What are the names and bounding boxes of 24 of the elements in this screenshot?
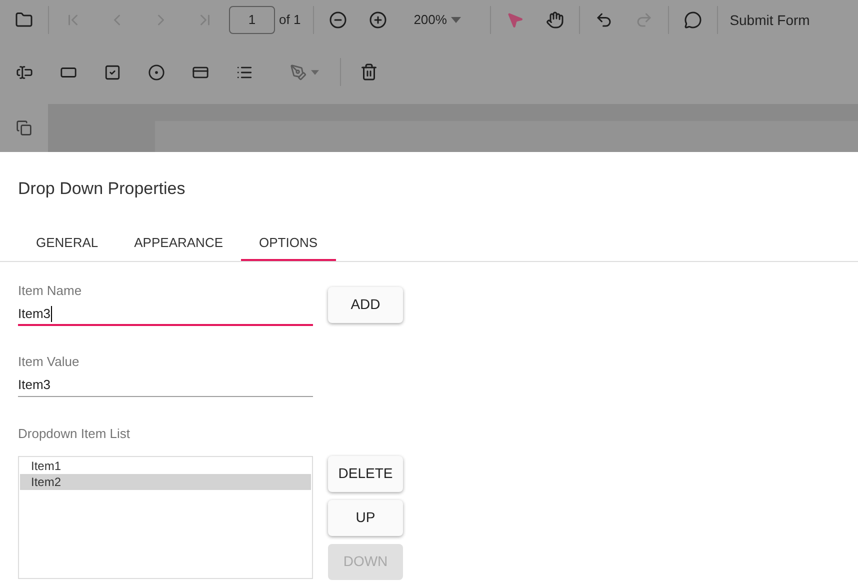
list-item[interactable]: Item2 [20, 474, 311, 490]
field-value: Item3 [18, 376, 51, 394]
caret-icon [450, 17, 461, 23]
caret-icon [310, 70, 318, 74]
text-field[interactable]: Item3 [18, 304, 313, 326]
field-label: Item Name [18, 282, 83, 298]
submit-form-button[interactable]: Submit Form [730, 10, 810, 30]
list-label: Dropdown Item List [18, 426, 131, 442]
dialog-button[interactable]: UP [328, 500, 403, 536]
tab[interactable]: OPTIONS [241, 228, 336, 260]
page-count: of 1 [279, 11, 301, 30]
field-value: Item3 [18, 304, 51, 323]
dialog-button[interactable]: ADD [328, 286, 403, 322]
tab[interactable]: APPEARANCE [116, 228, 242, 260]
copy-icon[interactable] [16, 120, 32, 136]
tab[interactable]: GENERAL [18, 228, 116, 260]
field-label: Item Value [18, 354, 80, 370]
dialog-button[interactable]: DELETE [328, 456, 403, 492]
zoom-dropdown[interactable]: 200% [414, 4, 474, 36]
list-item[interactable]: Item1 [20, 458, 311, 474]
text-field[interactable]: Item3 [18, 374, 313, 396]
dialog-title: Drop Down Properties [18, 178, 186, 200]
pen-icon [290, 64, 306, 80]
page-number-field[interactable]: 1 [229, 6, 275, 34]
